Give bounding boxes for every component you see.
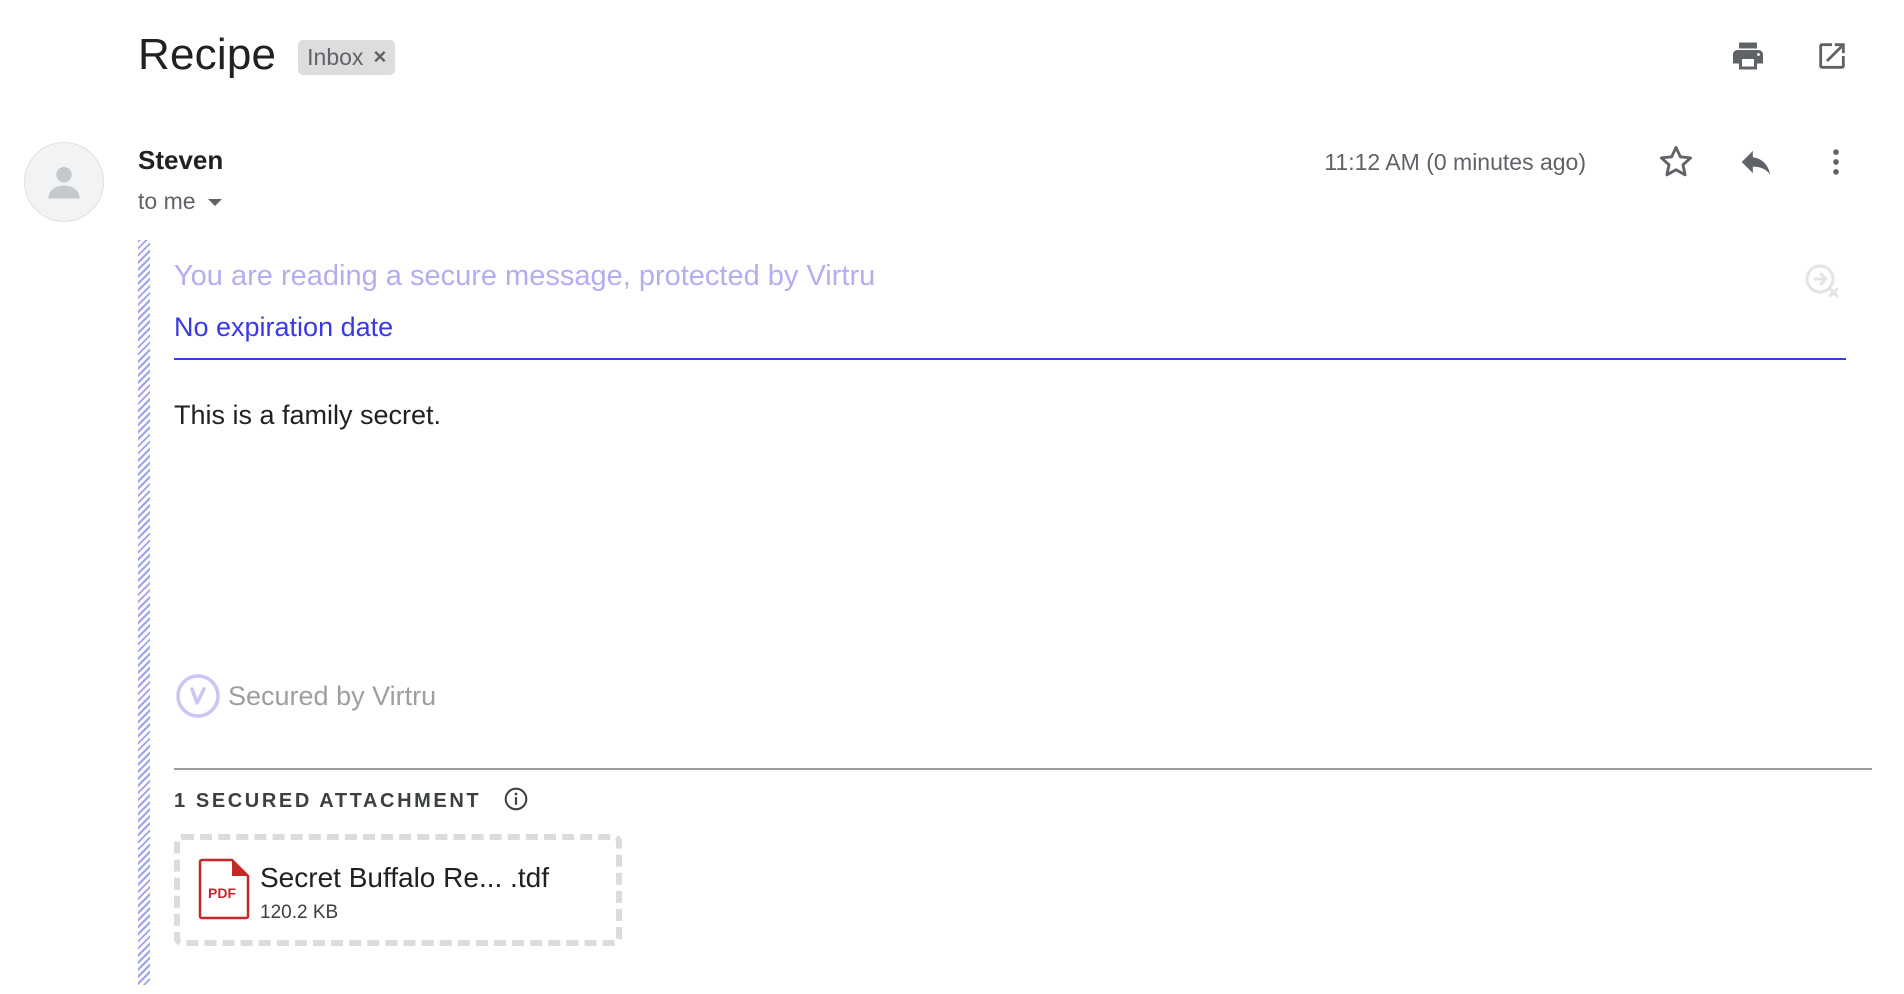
reply-button[interactable] — [1736, 142, 1776, 182]
print-icon — [1733, 42, 1763, 70]
recipient-label: to me — [138, 188, 196, 214]
attachment-size: 120.2 KB — [260, 902, 339, 923]
open-in-new-window-button[interactable] — [1812, 36, 1852, 76]
expiration-link[interactable]: No expiration date — [174, 312, 393, 343]
print-button[interactable] — [1728, 36, 1768, 76]
info-icon — [504, 787, 528, 811]
pdf-type-label: PDF — [208, 885, 236, 901]
message-body: This is a family secret. — [174, 400, 442, 430]
sender-name[interactable]: Steven — [138, 145, 223, 176]
reply-icon — [1741, 150, 1771, 175]
label-chip-text: Inbox — [307, 43, 364, 70]
open-in-new-window-icon — [1819, 43, 1845, 69]
attachment-card[interactable]: PDF Secret Buffalo Re... .tdf 120.2 KB — [174, 834, 622, 946]
attachment-name: Secret Buffalo Re... .tdf — [260, 862, 549, 893]
virtru-revoke-button[interactable] — [1804, 263, 1840, 299]
recipient-details-toggle[interactable]: to me — [138, 188, 222, 215]
virtru-secure-banner: You are reading a secure message, protec… — [174, 260, 876, 292]
star-icon — [1660, 146, 1692, 177]
attachments-header: 1 SECURED ATTACHMENT — [174, 786, 529, 817]
virtru-divider — [174, 358, 1846, 360]
secured-by-virtru[interactable]: Secured by Virtru — [174, 672, 436, 720]
sender-avatar[interactable] — [24, 142, 104, 222]
pdf-file-icon: PDF — [198, 858, 250, 920]
message-meta: 11:12 AM (0 minutes ago) — [1324, 142, 1856, 182]
virtru-revoke-icon — [1805, 264, 1839, 298]
message-timestamp: 11:12 AM (0 minutes ago) — [1324, 148, 1586, 175]
attachment-inner: PDF Secret Buffalo Re... .tdf 120.2 KB — [198, 858, 549, 924]
more-vert-icon — [1833, 149, 1839, 175]
star-button[interactable] — [1656, 142, 1696, 182]
subject-row: Recipe Inbox × — [138, 30, 396, 80]
inbox-label-chip[interactable]: Inbox × — [298, 39, 396, 75]
attachments-title: 1 SECURED ATTACHMENT — [174, 790, 482, 812]
secured-by-label: Secured by Virtru — [228, 680, 437, 711]
attachments-info-button[interactable] — [503, 786, 529, 817]
more-options-button[interactable] — [1816, 142, 1856, 182]
thread-actions — [1728, 36, 1852, 76]
attachments-divider — [174, 768, 1872, 770]
default-avatar-icon — [48, 166, 80, 199]
remove-label-icon[interactable]: × — [373, 44, 386, 70]
chevron-down-icon — [207, 199, 222, 206]
attachment-text: Secret Buffalo Re... .tdf 120.2 KB — [250, 858, 549, 924]
virtru-logo-icon — [176, 674, 220, 718]
email-subject: Recipe — [138, 30, 277, 79]
virtru-secure-stripe — [138, 240, 150, 985]
